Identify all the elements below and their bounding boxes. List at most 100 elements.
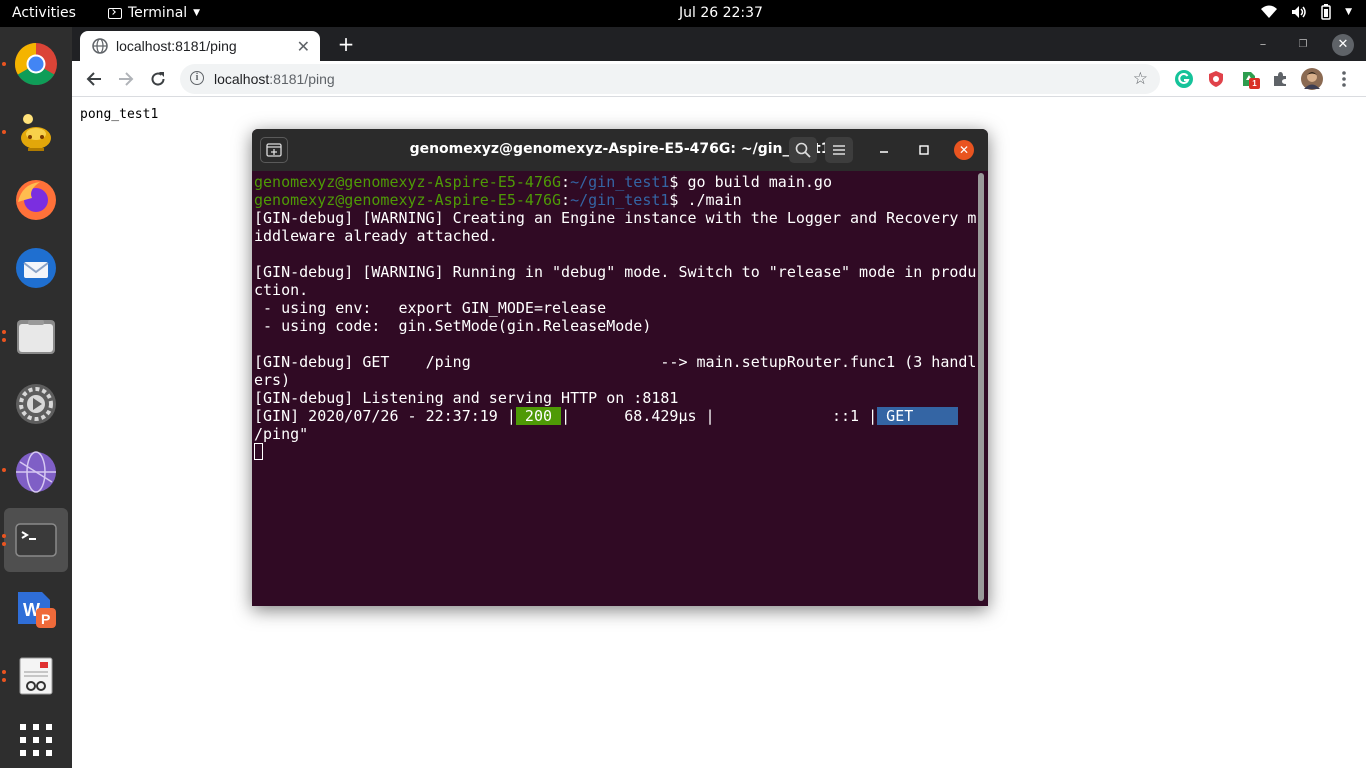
close-window-icon[interactable]: ✕ bbox=[1332, 34, 1354, 56]
dock-item-thunderbird[interactable] bbox=[4, 236, 68, 300]
prompt-path: ~/gin_test1 bbox=[570, 191, 670, 209]
browser-tab[interactable]: localhost:8181/ping ✕ bbox=[80, 31, 320, 61]
restore-icon[interactable]: ❐ bbox=[1292, 34, 1314, 56]
prompt-user: genomexyz@genomexyz-Aspire-E5-476G bbox=[254, 191, 562, 209]
terminal-line: genomexyz@genomexyz-Aspire-E5-476G:~/gin… bbox=[254, 191, 742, 209]
forward-button[interactable] bbox=[112, 65, 140, 93]
wps-presentation-icon: W P bbox=[18, 592, 56, 628]
extension-badge: 1 bbox=[1249, 78, 1260, 89]
reload-icon bbox=[151, 72, 165, 86]
lamp-icon bbox=[21, 114, 51, 151]
status-code-badge: 200 bbox=[515, 407, 562, 425]
command-text: ./main bbox=[687, 191, 742, 209]
dock-item-wps-presentation[interactable]: W P bbox=[4, 576, 68, 640]
site-info-icon[interactable]: i bbox=[190, 71, 204, 85]
firefox-icon bbox=[16, 180, 56, 220]
app-menu[interactable]: Terminal ▼ bbox=[108, 5, 200, 21]
terminal-line: genomexyz@genomexyz-Aspire-E5-476G:~/gin… bbox=[254, 173, 832, 191]
terminal-scrollbar[interactable] bbox=[978, 173, 984, 601]
document-viewer-icon bbox=[19, 657, 53, 695]
terminal-output[interactable]: genomexyz@genomexyz-Aspire-E5-476G:~/gin… bbox=[254, 173, 986, 603]
running-indicator bbox=[2, 542, 6, 546]
running-indicator bbox=[2, 468, 6, 472]
svg-text:P: P bbox=[41, 611, 50, 627]
terminal-cursor-line bbox=[254, 443, 974, 461]
dock-item-terminal[interactable] bbox=[4, 508, 68, 572]
tab-title: localhost:8181/ping bbox=[116, 38, 237, 54]
url-text[interactable]: localhost:8181/ping bbox=[214, 71, 335, 87]
browser-menu-icon[interactable] bbox=[1337, 69, 1351, 89]
log-latency-client: | 68.429µs | ::1 | bbox=[561, 407, 878, 425]
back-arrow-icon bbox=[86, 72, 101, 86]
dock-item-chrome[interactable] bbox=[4, 32, 68, 96]
command-text: go build main.go bbox=[687, 173, 832, 191]
http-method-badge: GET bbox=[877, 407, 959, 425]
terminal-header-bar[interactable]: genomexyz@genomexyz-Aspire-E5-476G: ~/gi… bbox=[252, 129, 988, 171]
terminal-line: [GIN-debug] GET /ping --> main.setupRout… bbox=[254, 353, 977, 371]
terminal-line: [GIN-debug] [WARNING] Creating an Engine… bbox=[254, 209, 977, 227]
dock-item-files[interactable] bbox=[4, 304, 68, 368]
running-indicator bbox=[2, 62, 6, 66]
minimize-icon[interactable]: – bbox=[1252, 34, 1274, 56]
caret-down-icon: ▼ bbox=[193, 8, 201, 18]
extensions-puzzle-icon[interactable] bbox=[1271, 70, 1289, 88]
hamburger-menu-icon bbox=[833, 145, 845, 155]
terminal-close-icon[interactable]: ✕ bbox=[954, 140, 974, 160]
dock-item-network-app[interactable] bbox=[4, 440, 68, 504]
volume-icon bbox=[1292, 6, 1306, 18]
terminal-maximize-icon[interactable] bbox=[915, 141, 933, 159]
bookmark-star-icon[interactable]: ☆ bbox=[1133, 69, 1148, 89]
dock-item-settings[interactable] bbox=[4, 372, 68, 436]
running-indicator bbox=[2, 338, 6, 342]
terminal-search-button[interactable] bbox=[789, 137, 817, 163]
globe-icon bbox=[92, 38, 108, 54]
terminal-line: /ping" bbox=[254, 425, 309, 443]
reload-button[interactable] bbox=[144, 65, 172, 93]
forward-arrow-icon bbox=[119, 72, 134, 86]
browser-toolbar: i localhost:8181/ping ☆ 1 bbox=[72, 61, 1366, 97]
running-indicator bbox=[2, 130, 6, 134]
terminal-line: ers) bbox=[254, 371, 291, 389]
terminal-menu-button[interactable] bbox=[825, 137, 853, 163]
close-tab-icon[interactable]: ✕ bbox=[297, 37, 310, 56]
wifi-icon bbox=[1261, 5, 1278, 18]
address-bar[interactable]: i localhost:8181/ping ☆ bbox=[180, 64, 1160, 94]
prompt-user: genomexyz@genomexyz-Aspire-E5-476G bbox=[254, 173, 562, 191]
files-icon bbox=[17, 320, 55, 354]
show-applications-button[interactable] bbox=[4, 708, 68, 772]
chrome-icon bbox=[14, 42, 57, 86]
grammarly-extension-icon[interactable] bbox=[1175, 70, 1193, 88]
terminal-line: - using env: export GIN_MODE=release bbox=[254, 299, 607, 317]
running-indicator bbox=[2, 534, 6, 538]
profile-avatar[interactable] bbox=[1301, 68, 1323, 90]
terminal-line: - using code: gin.SetMode(gin.ReleaseMod… bbox=[254, 317, 652, 335]
clock[interactable]: Jul 26 22:37 bbox=[679, 5, 763, 21]
running-indicator bbox=[2, 670, 6, 674]
show-apps-grid-icon bbox=[20, 724, 52, 756]
dock-item-document-viewer[interactable] bbox=[4, 644, 68, 708]
gnome-top-bar: Activities Terminal ▼ Jul 26 22:37 ▼ bbox=[0, 0, 1366, 27]
dock-item-lamp-app[interactable] bbox=[4, 100, 68, 164]
system-menu-caret-icon: ▼ bbox=[1345, 7, 1352, 17]
terminal-line: ction. bbox=[254, 281, 309, 299]
terminal-minimize-icon[interactable] bbox=[875, 141, 893, 159]
terminal-cursor bbox=[254, 443, 263, 460]
extension-with-badge-icon[interactable]: 1 bbox=[1240, 70, 1260, 89]
back-button[interactable] bbox=[80, 65, 108, 93]
terminal-log-line: [GIN] 2020/07/26 - 22:37:19 | 200 | 68.4… bbox=[254, 407, 986, 425]
system-tray[interactable]: ▼ bbox=[1261, 4, 1352, 20]
terminal-line: [GIN-debug] Listening and serving HTTP o… bbox=[254, 389, 679, 407]
network-globe-icon bbox=[16, 451, 56, 493]
dock-item-firefox[interactable] bbox=[4, 168, 68, 232]
url-path: :8181/ping bbox=[269, 71, 335, 87]
activities-button[interactable]: Activities bbox=[12, 5, 76, 21]
terminal-line: [GIN-debug] [WARNING] Running in "debug"… bbox=[254, 263, 977, 281]
terminal-icon bbox=[15, 523, 57, 557]
terminal-line: iddleware already attached. bbox=[254, 227, 498, 245]
settings-icon bbox=[16, 384, 56, 424]
shield-extension-icon[interactable] bbox=[1207, 70, 1225, 88]
search-icon bbox=[795, 142, 811, 158]
new-tab-button[interactable]: + bbox=[334, 32, 358, 56]
thunderbird-icon bbox=[16, 248, 56, 288]
terminal-window[interactable]: genomexyz@genomexyz-Aspire-E5-476G: ~/gi… bbox=[252, 129, 988, 606]
